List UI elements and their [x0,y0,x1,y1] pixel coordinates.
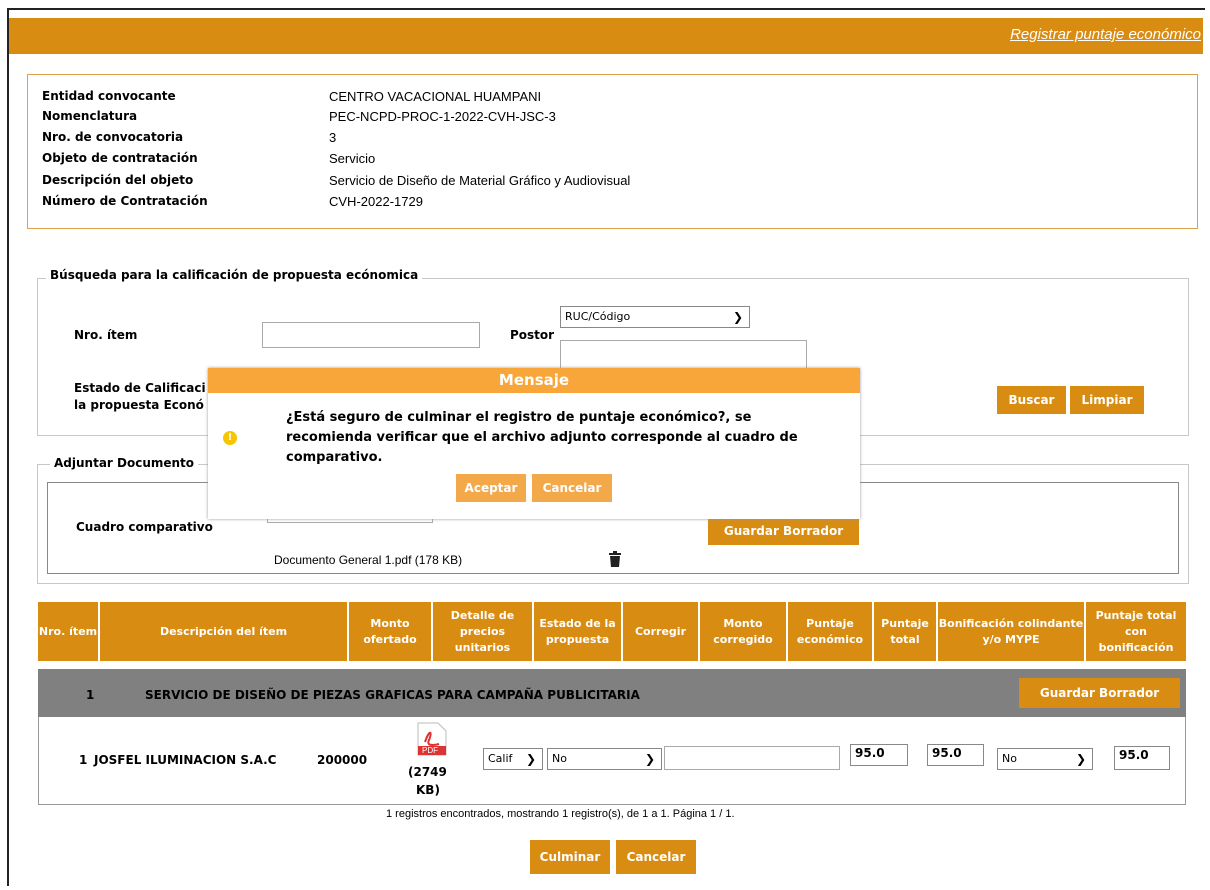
top-bar: Registrar puntaje económico [9,18,1203,54]
clear-button[interactable]: Limpiar [1070,386,1144,414]
row-postor: JOSFEL ILUMINACION S.A.C [94,753,277,767]
cancel-button[interactable]: Cancelar [616,840,696,874]
dialog-title: Mensaje [208,368,860,393]
row-number: 1 [79,753,88,767]
search-button[interactable]: Buscar [997,386,1066,414]
info-label: Nomenclatura [42,109,138,123]
info-value: CENTRO VACACIONAL HUAMPANI [329,89,542,104]
col-header-corrected: Monto corregido [700,602,788,661]
postor-label: Postor [510,328,555,342]
postor-type-select[interactable]: RUC/Código ❯ [560,306,750,328]
info-label: Descripción del objeto [42,173,194,187]
info-value: Servicio [329,151,376,166]
col-header-economic-score: Puntaje económico [788,602,874,661]
col-header-total-score: Puntaje total [874,602,938,661]
message-dialog: Mensaje ! ¿Está seguro de culminar el re… [208,368,860,519]
pdf-icon[interactable]: PDF [415,722,449,759]
dialog-cancel-button[interactable]: Cancelar [530,472,614,504]
dialog-message: ¿Está seguro de culminar el registro de … [286,408,846,468]
col-header-offered: Monto ofertado [349,602,433,661]
dialog-line: recomienda verificar que el archivo adju… [286,430,798,445]
postor-input[interactable] [560,340,807,370]
total-score-field[interactable]: 95.0 [927,744,984,766]
info-label: Nro. de convocatoria [42,130,184,144]
total-bonus-field[interactable]: 95.0 [1114,746,1170,770]
correct-value: No [552,752,567,765]
row-amount: 200000 [317,753,368,767]
pagination-info: 1 registros encontrados, mostrando 1 reg… [386,808,735,820]
group-save-draft-button[interactable]: Guardar Borrador [1019,678,1180,708]
pdf-size-line2: KB) [416,783,440,797]
col-header-description: Descripción del ítem [100,602,349,661]
corrected-amount-input[interactable] [664,746,840,770]
pdf-size: (2749 [408,765,447,779]
comparative-label: Cuadro comparativo [76,520,213,534]
chevron-down-icon: ❯ [1075,752,1086,766]
col-header-unit-prices: Detalle de precios unitarios [433,602,534,661]
dialog-line: comparativo. [286,450,383,465]
dialog-line: ¿Está seguro de culminar el registro de … [286,410,752,425]
file-link[interactable]: Documento General 1.pdf (178 KB) [274,553,462,567]
chevron-down-icon: ❯ [644,752,655,766]
group-number: 1 [86,688,95,702]
status-value: Calif [488,752,513,765]
info-value: 3 [329,130,337,145]
chevron-down-icon: ❯ [525,752,536,766]
item-label: Nro. ítem [74,328,138,342]
search-legend: Búsqueda para la calificación de propues… [46,268,423,282]
postor-type-value: RUC/Código [565,310,631,323]
info-label: Número de Contratación [42,194,208,208]
correct-select[interactable]: No ❯ [547,748,662,770]
col-header-correct: Corregir [623,602,700,661]
status-select[interactable]: Calif ❯ [483,748,543,770]
trash-icon[interactable] [608,551,622,570]
economic-score-field[interactable]: 95.0 [850,744,908,766]
estado-label-line2: la propuesta Econó [74,398,204,412]
bonus-select[interactable]: No ❯ [997,748,1093,770]
estado-label: Estado de Calificaci [74,381,206,395]
register-economic-score-link[interactable]: Registrar puntaje económico [1010,26,1201,43]
group-description: SERVICIO DE DISEÑO DE PIEZAS GRAFICAS PA… [145,688,640,702]
col-header-status: Estado de la propuesta [534,602,623,661]
culminate-button[interactable]: Culminar [530,840,610,874]
info-panel: Entidad convocante CENTRO VACACIONAL HUA… [27,74,1198,229]
info-value: PEC-NCPD-PROC-1-2022-CVH-JSC-3 [329,109,556,124]
save-draft-button[interactable]: Guardar Borrador [708,517,859,545]
col-header-total-bonus: Puntaje total con bonificación [1086,602,1186,661]
pdf-label: PDF [422,746,438,755]
chevron-down-icon: ❯ [732,310,743,324]
accept-button[interactable]: Aceptar [454,472,528,504]
warning-icon: ! [223,431,237,445]
info-value: CVH-2022-1729 [329,194,423,209]
col-header-bonus: Bonificación colindante y/o MYPE [938,602,1086,661]
info-label: Entidad convocante [42,89,176,103]
bonus-value: No [1002,752,1017,765]
col-header-item: Nro. ítem [38,602,100,661]
item-input[interactable] [262,322,480,348]
attach-legend: Adjuntar Documento [50,456,199,470]
info-value: Servicio de Diseño de Material Gráfico y… [329,173,631,188]
info-label: Objeto de contratación [42,151,198,165]
